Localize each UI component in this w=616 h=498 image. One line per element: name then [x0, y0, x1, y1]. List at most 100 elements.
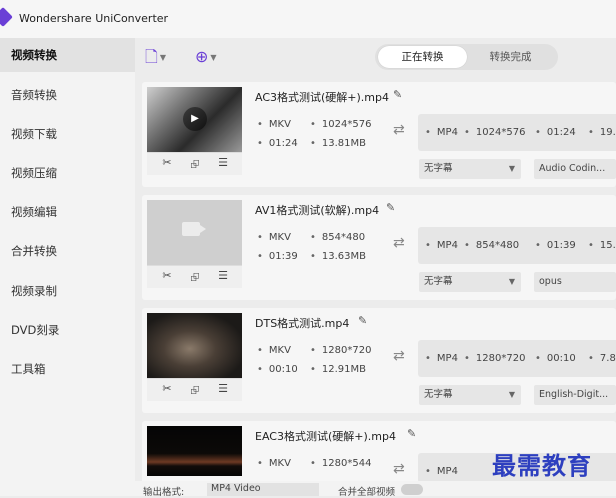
sidebar: 视频转换 音频转换 视频下载 视频压缩 视频编辑 合并转换 视频录制 DVD刻录…	[0, 38, 135, 496]
output-format: MP4	[425, 240, 458, 251]
video-thumbnail[interactable]	[147, 200, 242, 265]
subtitle-select[interactable]: 无字幕 ▼	[419, 272, 521, 292]
main-panel: 🗋 ▼ ⊕ ▼ 正在转换 转换完成 ▶ ✂ ⮺ ☰ AC3格式测试(硬解+).mp4…	[135, 38, 616, 496]
rename-icon[interactable]: ✎	[393, 88, 402, 101]
source-format: MKV	[257, 345, 291, 356]
app-title: Wondershare UniConverter	[19, 12, 169, 25]
sidebar-item-video-convert[interactable]: 视频转换	[0, 38, 135, 72]
sidebar-item-dvd-burn[interactable]: DVD刻录	[0, 313, 135, 347]
sidebar-item-video-download[interactable]: 视频下载	[0, 117, 135, 151]
bottom-bar: 输出格式: MP4 Video 合并全部视频	[135, 481, 616, 498]
file-card: ✂ ⮺ ☰ DTS格式测试.mp4 ✎ MKV 1280*720 00:10 1…	[142, 308, 616, 413]
video-placeholder-icon	[182, 222, 206, 236]
add-file-button[interactable]: 🗋 ▼	[145, 46, 166, 68]
video-thumbnail[interactable]: ▶	[147, 87, 242, 152]
output-settings[interactable]: MP4 1024*576 01:24 19.	[418, 114, 616, 151]
convert-arrow-icon: ⇄	[393, 122, 405, 138]
output-resolution: 1280*720	[464, 353, 526, 364]
chevron-down-icon: ▼	[508, 164, 515, 173]
sidebar-item-audio-convert[interactable]: 音频转换	[0, 78, 135, 112]
audio-select[interactable]: opus	[534, 272, 616, 292]
audio-select[interactable]: English-Digit...	[534, 385, 616, 405]
crop-icon[interactable]: ⮺	[186, 382, 204, 398]
file-card: ▶ ✂ ⮺ ☰ AC3格式测试(硬解+).mp4 ✎ MKV 1024*576 …	[142, 82, 616, 187]
subtitle-value: 无字幕	[424, 389, 453, 400]
conversion-tabs: 正在转换 转换完成	[375, 44, 558, 70]
title-bar: Wondershare UniConverter	[0, 0, 616, 38]
convert-arrow-icon: ⇄	[393, 348, 405, 364]
tab-converting[interactable]: 正在转换	[378, 46, 467, 68]
subtitle-value: 无字幕	[424, 163, 453, 174]
source-duration: 00:10	[257, 364, 298, 375]
chevron-down-icon: ▼	[210, 52, 217, 62]
file-name: EAC3格式测试(硬解+).mp4	[255, 430, 396, 443]
chevron-down-icon: ▼	[159, 52, 167, 62]
rename-icon[interactable]: ✎	[358, 314, 367, 327]
file-name: AC3格式测试(硬解+).mp4	[255, 91, 390, 104]
sidebar-item-video-edit[interactable]: 视频编辑	[0, 195, 135, 229]
video-thumbnail[interactable]	[147, 313, 242, 378]
source-duration: 01:39	[257, 251, 298, 262]
rename-icon[interactable]: ✎	[386, 201, 395, 214]
source-resolution: 1280*544	[310, 458, 372, 469]
audio-value: Audio Codin...	[539, 163, 606, 174]
effects-icon[interactable]: ☰	[214, 382, 232, 398]
trim-icon[interactable]: ✂	[158, 382, 176, 398]
source-format: MKV	[257, 458, 291, 469]
tab-converted[interactable]: 转换完成	[466, 46, 555, 68]
chevron-down-icon: ▼	[508, 390, 515, 399]
merge-toggle[interactable]	[401, 484, 423, 495]
output-duration: 00:10	[535, 353, 576, 364]
add-disc-icon: ⊕	[195, 47, 209, 66]
chevron-down-icon: ▼	[508, 277, 515, 286]
convert-arrow-icon: ⇄	[393, 235, 405, 251]
sidebar-item-merge-convert[interactable]: 合并转换	[0, 234, 135, 268]
crop-icon[interactable]: ⮺	[186, 269, 204, 285]
app-logo-icon	[0, 7, 13, 27]
file-name: AV1格式测试(软解).mp4	[255, 204, 380, 217]
source-size: 13.63MB	[310, 251, 366, 262]
trim-icon[interactable]: ✂	[158, 269, 176, 285]
subtitle-value: 无字幕	[424, 276, 453, 287]
add-file-icon: 🗋	[145, 47, 158, 66]
output-settings[interactable]: MP4 1280*720 00:10 7.8	[418, 340, 616, 377]
play-icon[interactable]: ▶	[183, 107, 207, 131]
output-duration: 01:24	[535, 127, 576, 138]
audio-value: English-Digit...	[539, 389, 609, 400]
watermark: 最需教育	[492, 451, 592, 480]
source-duration: 01:24	[257, 138, 298, 149]
subtitle-select[interactable]: 无字幕 ▼	[419, 385, 521, 405]
source-size: 12.91MB	[310, 364, 366, 375]
output-format: MP4	[425, 353, 458, 364]
output-format-value: MP4 Video	[211, 483, 261, 494]
thumbnail-tools: ✂ ⮺ ☰	[147, 152, 242, 175]
sidebar-item-video-compress[interactable]: 视频压缩	[0, 156, 135, 190]
output-settings[interactable]: MP4 854*480 01:39 15.	[418, 227, 616, 264]
video-thumbnail[interactable]	[147, 426, 242, 476]
effects-icon[interactable]: ☰	[214, 269, 232, 285]
output-size: 15.	[588, 240, 616, 251]
output-format: MP4	[425, 127, 458, 138]
sidebar-item-toolbox[interactable]: 工具箱	[0, 352, 135, 386]
output-format-select[interactable]: MP4 Video	[207, 483, 319, 496]
crop-icon[interactable]: ⮺	[186, 156, 204, 172]
audio-select[interactable]: Audio Codin...	[534, 159, 616, 179]
rename-icon[interactable]: ✎	[407, 427, 416, 440]
add-disc-button[interactable]: ⊕ ▼	[195, 46, 217, 68]
trim-icon[interactable]: ✂	[158, 156, 176, 172]
output-resolution: 854*480	[464, 240, 519, 251]
convert-arrow-icon: ⇄	[393, 461, 405, 477]
subtitle-select[interactable]: 无字幕 ▼	[419, 159, 521, 179]
output-size: 19.	[588, 127, 616, 138]
effects-icon[interactable]: ☰	[214, 156, 232, 172]
output-format: MP4	[425, 466, 458, 477]
source-size: 13.81MB	[310, 138, 366, 149]
source-resolution: 1280*720	[310, 345, 372, 356]
source-resolution: 1024*576	[310, 119, 372, 130]
file-card: ✂ ⮺ ☰ AV1格式测试(软解).mp4 ✎ MKV 854*480 01:3…	[142, 195, 616, 300]
output-resolution: 1024*576	[464, 127, 526, 138]
output-duration: 01:39	[535, 240, 576, 251]
source-resolution: 854*480	[310, 232, 365, 243]
sidebar-item-video-record[interactable]: 视频录制	[0, 274, 135, 308]
thumbnail-tools: ✂ ⮺ ☰	[147, 378, 242, 401]
